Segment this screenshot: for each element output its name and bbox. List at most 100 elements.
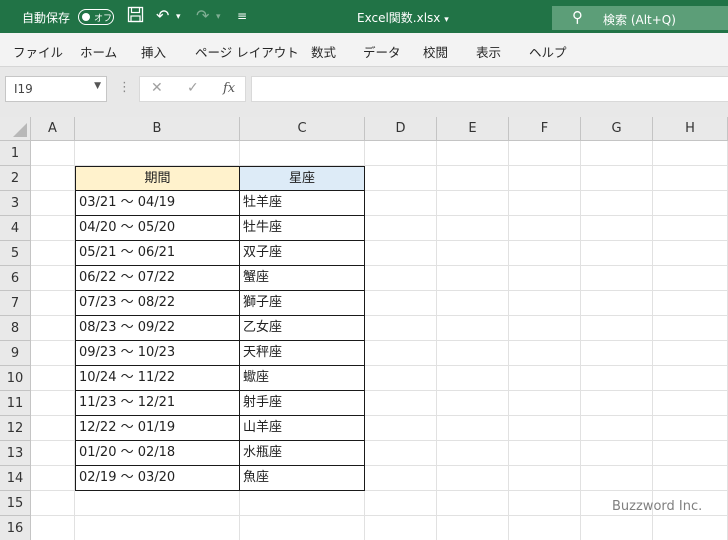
cell-a10[interactable] xyxy=(31,366,75,391)
sign-cell[interactable]: 蠍座 xyxy=(239,365,365,391)
cell-e9[interactable] xyxy=(437,341,509,366)
row-header-14[interactable]: 14 xyxy=(0,466,31,491)
cell-d6[interactable] xyxy=(365,266,437,291)
cell-c16[interactable] xyxy=(240,516,365,540)
cell-d13[interactable] xyxy=(365,441,437,466)
cell-g8[interactable] xyxy=(581,316,653,341)
cell-g9[interactable] xyxy=(581,341,653,366)
cell-f12[interactable] xyxy=(509,416,581,441)
sign-cell[interactable]: 天秤座 xyxy=(239,340,365,366)
period-cell[interactable]: 10/24 ～ 11/22 xyxy=(75,365,240,391)
tab-insert[interactable]: 挿入 xyxy=(141,42,166,61)
cell-d5[interactable] xyxy=(365,241,437,266)
cell-f4[interactable] xyxy=(509,216,581,241)
cell-a13[interactable] xyxy=(31,441,75,466)
search-box[interactable]: ⚲ 検索 (Alt+Q) xyxy=(552,6,728,30)
cell-g12[interactable] xyxy=(581,416,653,441)
table-header-period[interactable]: 期間 xyxy=(75,166,240,191)
cell-g5[interactable] xyxy=(581,241,653,266)
cell-h5[interactable] xyxy=(653,241,728,266)
sign-cell[interactable]: 蟹座 xyxy=(239,265,365,291)
cell-e11[interactable] xyxy=(437,391,509,416)
cell-d12[interactable] xyxy=(365,416,437,441)
tab-view[interactable]: 表示 xyxy=(476,42,501,61)
select-all-button[interactable] xyxy=(0,117,31,141)
column-header-h[interactable]: H xyxy=(653,117,728,141)
sign-cell[interactable]: 水瓶座 xyxy=(239,440,365,466)
cell-d2[interactable] xyxy=(365,166,437,191)
file-name[interactable]: Excel関数.xlsx ▾ xyxy=(357,9,449,26)
cell-g7[interactable] xyxy=(581,291,653,316)
column-header-c[interactable]: C xyxy=(240,117,365,141)
cell-a4[interactable] xyxy=(31,216,75,241)
column-header-d[interactable]: D xyxy=(365,117,437,141)
sign-cell[interactable]: 射手座 xyxy=(239,390,365,416)
name-box[interactable]: I19 ▼ xyxy=(5,76,107,102)
cell-e14[interactable] xyxy=(437,466,509,491)
customize-quick-access-icon[interactable]: ≡ xyxy=(237,9,247,23)
cell-a15[interactable] xyxy=(31,491,75,516)
cell-e2[interactable] xyxy=(437,166,509,191)
period-cell[interactable]: 08/23 ～ 09/22 xyxy=(75,315,240,341)
cell-h8[interactable] xyxy=(653,316,728,341)
sign-cell[interactable]: 山羊座 xyxy=(239,415,365,441)
cell-d10[interactable] xyxy=(365,366,437,391)
cell-d3[interactable] xyxy=(365,191,437,216)
cell-h16[interactable] xyxy=(653,516,728,540)
cell-f6[interactable] xyxy=(509,266,581,291)
tab-help[interactable]: ヘルプ xyxy=(529,42,567,61)
cell-g1[interactable] xyxy=(581,141,653,166)
table-header-sign[interactable]: 星座 xyxy=(239,166,365,191)
column-header-g[interactable]: G xyxy=(581,117,653,141)
cell-e16[interactable] xyxy=(437,516,509,540)
cell-g6[interactable] xyxy=(581,266,653,291)
tab-formulas[interactable]: 数式 xyxy=(311,42,336,61)
cell-d8[interactable] xyxy=(365,316,437,341)
column-header-f[interactable]: F xyxy=(509,117,581,141)
undo-dropdown-icon[interactable]: ▾ xyxy=(176,12,181,22)
period-cell[interactable]: 03/21 ～ 04/19 xyxy=(75,190,240,216)
cell-a1[interactable] xyxy=(31,141,75,166)
cell-d7[interactable] xyxy=(365,291,437,316)
tab-home[interactable]: ホーム xyxy=(80,42,117,61)
cell-f11[interactable] xyxy=(509,391,581,416)
cell-b15[interactable] xyxy=(75,491,240,516)
cell-g11[interactable] xyxy=(581,391,653,416)
cell-h11[interactable] xyxy=(653,391,728,416)
cell-a8[interactable] xyxy=(31,316,75,341)
cell-h9[interactable] xyxy=(653,341,728,366)
cell-f1[interactable] xyxy=(509,141,581,166)
cell-f3[interactable] xyxy=(509,191,581,216)
tab-page-layout[interactable]: ページ レイアウト xyxy=(195,42,299,61)
cell-g16[interactable] xyxy=(581,516,653,540)
cell-a2[interactable] xyxy=(31,166,75,191)
cell-e8[interactable] xyxy=(437,316,509,341)
period-cell[interactable]: 11/23 ～ 12/21 xyxy=(75,390,240,416)
period-cell[interactable]: 01/20 ～ 02/18 xyxy=(75,440,240,466)
tab-file[interactable]: ファイル xyxy=(13,42,63,61)
cell-d16[interactable] xyxy=(365,516,437,540)
cell-f9[interactable] xyxy=(509,341,581,366)
cell-a11[interactable] xyxy=(31,391,75,416)
cell-f13[interactable] xyxy=(509,441,581,466)
sign-cell[interactable]: 獅子座 xyxy=(239,290,365,316)
period-cell[interactable]: 02/19 ～ 03/20 xyxy=(75,465,240,491)
cell-e4[interactable] xyxy=(437,216,509,241)
cell-h2[interactable] xyxy=(653,166,728,191)
cell-d14[interactable] xyxy=(365,466,437,491)
tab-review[interactable]: 校閲 xyxy=(423,42,448,61)
period-cell[interactable]: 09/23 ～ 10/23 xyxy=(75,340,240,366)
cell-d9[interactable] xyxy=(365,341,437,366)
column-header-a[interactable]: A xyxy=(31,117,75,141)
cell-c1[interactable] xyxy=(240,141,365,166)
cell-g4[interactable] xyxy=(581,216,653,241)
cell-e12[interactable] xyxy=(437,416,509,441)
cell-d15[interactable] xyxy=(365,491,437,516)
autosave-toggle[interactable]: オフ xyxy=(78,9,114,25)
period-cell[interactable]: 12/22 ～ 01/19 xyxy=(75,415,240,441)
row-header-5[interactable]: 5 xyxy=(0,241,31,266)
cell-g2[interactable] xyxy=(581,166,653,191)
row-header-8[interactable]: 8 xyxy=(0,316,31,341)
sign-cell[interactable]: 双子座 xyxy=(239,240,365,266)
undo-icon[interactable]: ↶ xyxy=(156,6,169,25)
